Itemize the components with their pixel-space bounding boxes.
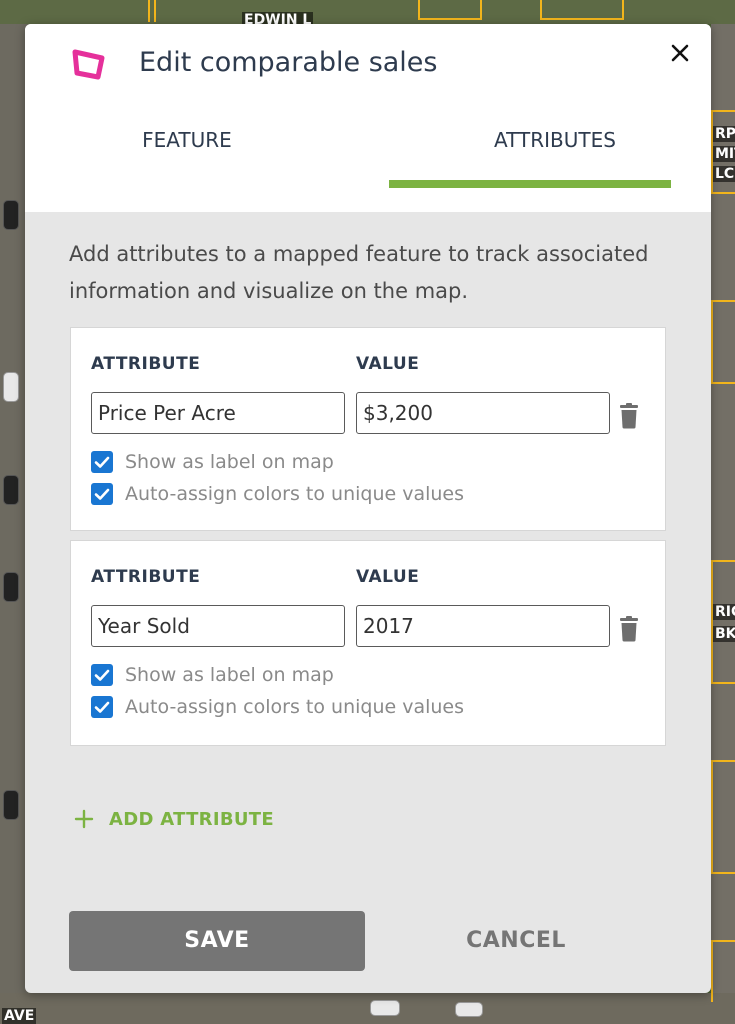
map-parcel-label: MIT	[713, 146, 735, 162]
save-button[interactable]: SAVE	[69, 911, 365, 971]
plus-icon	[74, 809, 94, 829]
map-street-label-bottom: AVE	[2, 1008, 37, 1024]
checkmark-icon	[94, 488, 110, 500]
tab-bar: FEATURE ATTRIBUTES	[25, 102, 711, 212]
attribute-column-label: ATTRIBUTE	[91, 354, 201, 374]
map-car	[3, 200, 19, 230]
show-label-checkbox[interactable]	[91, 451, 113, 473]
show-label-checkbox-row[interactable]: Show as label on map	[91, 663, 334, 687]
intro-text: Add attributes to a mapped feature to tr…	[69, 242, 649, 303]
map-parcel-label: BK	[713, 626, 735, 642]
auto-colors-checkbox[interactable]	[91, 483, 113, 505]
map-car	[455, 1002, 483, 1017]
dialog-title: Edit comparable sales	[139, 47, 438, 78]
trash-icon[interactable]	[618, 616, 640, 642]
auto-colors-checkbox-row[interactable]: Auto-assign colors to unique values	[91, 482, 464, 506]
cancel-button[interactable]: CANCEL	[421, 911, 611, 971]
tab-feature[interactable]: FEATURE	[117, 128, 257, 152]
attribute-column-label: ATTRIBUTE	[91, 567, 201, 587]
checkmark-icon	[94, 456, 110, 468]
attribute-name-input[interactable]: Year Sold	[91, 605, 345, 647]
show-label-text: Show as label on map	[125, 664, 334, 686]
active-tab-indicator	[389, 180, 671, 188]
attribute-value-input[interactable]: 2017	[356, 605, 610, 647]
attribute-card: ATTRIBUTE VALUE Year Sold 2017 Show as l…	[70, 540, 666, 746]
trash-icon[interactable]	[618, 403, 640, 429]
dialog-header: Edit comparable sales	[25, 24, 711, 102]
map-parcel-label: RPR	[713, 126, 735, 142]
value-column-label: VALUE	[356, 567, 420, 587]
map-car	[3, 372, 19, 402]
edit-comparable-sales-dialog: Edit comparable sales FEATURE ATTRIBUTES…	[25, 24, 711, 993]
auto-colors-checkbox[interactable]	[91, 696, 113, 718]
close-icon[interactable]	[665, 38, 695, 68]
map-car	[3, 572, 19, 602]
attribute-name-input[interactable]: Price Per Acre	[91, 392, 345, 434]
value-column-label: VALUE	[356, 354, 420, 374]
map-car	[370, 1000, 400, 1016]
map-parcel-label: LC	[713, 166, 735, 182]
attribute-card: ATTRIBUTE VALUE Price Per Acre $3,200 Sh…	[70, 327, 666, 531]
auto-colors-checkbox-row[interactable]: Auto-assign colors to unique values	[91, 695, 464, 719]
attribute-value-input[interactable]: $3,200	[356, 392, 610, 434]
show-label-text: Show as label on map	[125, 451, 334, 473]
auto-colors-text: Auto-assign colors to unique values	[125, 483, 465, 505]
map-car	[3, 790, 19, 820]
auto-colors-text: Auto-assign colors to unique values	[125, 696, 465, 718]
checkmark-icon	[94, 669, 110, 681]
checkmark-icon	[94, 701, 110, 713]
map-parcel-label: RIC	[713, 604, 735, 620]
show-label-checkbox-row[interactable]: Show as label on map	[91, 450, 334, 474]
polygon-icon	[72, 49, 105, 80]
tab-attributes[interactable]: ATTRIBUTES	[414, 128, 696, 152]
add-attribute-button[interactable]: ADD ATTRIBUTE	[73, 808, 274, 830]
show-label-checkbox[interactable]	[91, 664, 113, 686]
add-attribute-label: ADD ATTRIBUTE	[109, 808, 274, 830]
map-car	[3, 475, 19, 505]
